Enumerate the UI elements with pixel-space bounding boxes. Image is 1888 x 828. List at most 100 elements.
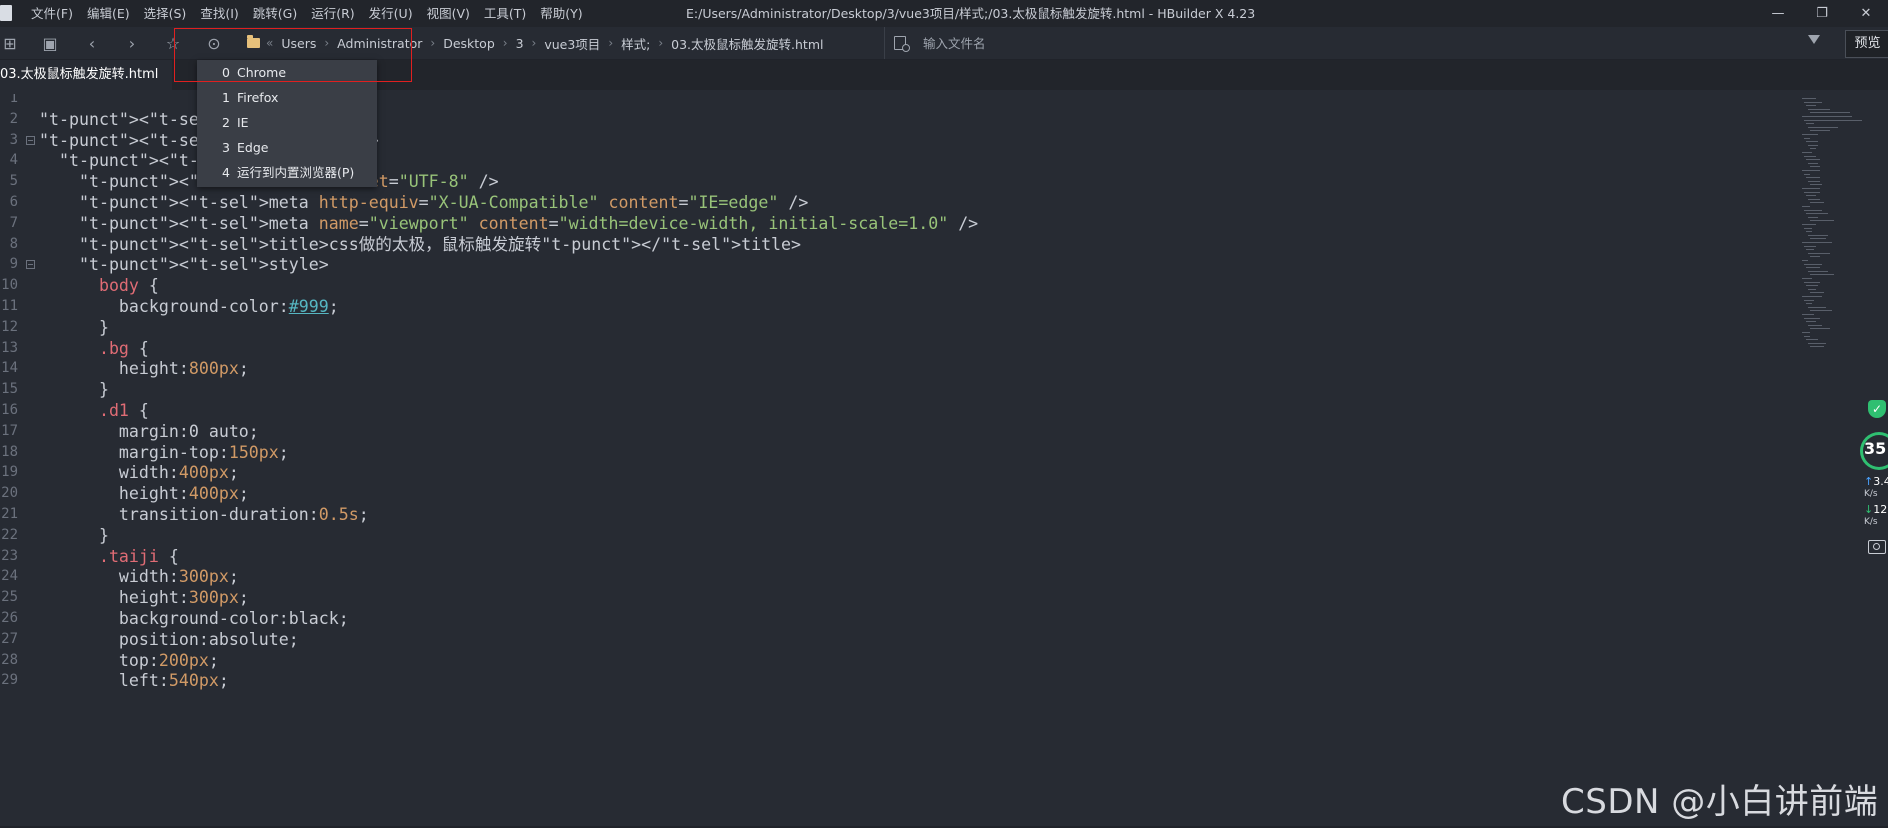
arrow-down-icon: ↓ xyxy=(1864,503,1874,516)
close-icon[interactable]: ✕ xyxy=(1844,0,1888,27)
tab-current-file[interactable]: 03.太极鼠标触发旋转.html xyxy=(0,60,173,90)
shortcut-key: 2 xyxy=(222,115,230,130)
minimap-line xyxy=(1804,119,1862,121)
minimap-line xyxy=(1810,328,1830,330)
menu-publish[interactable]: 发行(U) xyxy=(362,0,420,27)
minimap-line xyxy=(1806,321,1816,323)
minimap[interactable] xyxy=(1798,94,1888,374)
menu-run[interactable]: 运行(R) xyxy=(304,0,361,27)
minimap-line xyxy=(1808,162,1818,164)
minimap-line xyxy=(1804,227,1812,229)
preview-button[interactable]: 预览 xyxy=(1845,30,1888,58)
minimap-line xyxy=(1810,238,1826,240)
minimap-line xyxy=(1808,144,1818,146)
shield-check-icon[interactable]: ✓ xyxy=(1868,400,1886,418)
new-file-icon[interactable]: ⊞ xyxy=(0,33,20,53)
breadcrumb-item[interactable]: 03.太极鼠标触发旋转.html xyxy=(671,34,823,53)
minimap-line xyxy=(1810,274,1834,276)
code-line[interactable]: 29 left:540px; xyxy=(0,668,1796,693)
minimap-line xyxy=(1808,216,1818,218)
window-title: E:/Users/Administrator/Desktop/3/vue3项目/… xyxy=(686,6,1256,21)
menu-edit[interactable]: 编辑(E) xyxy=(80,0,137,27)
minimap-line xyxy=(1802,98,1816,99)
minimap-line xyxy=(1810,112,1850,114)
minimap-line xyxy=(1806,339,1818,341)
minimap-line xyxy=(1804,263,1822,265)
forward-arrow-icon[interactable]: › xyxy=(122,33,142,53)
camera-icon[interactable] xyxy=(1868,540,1886,554)
minimap-line xyxy=(1806,141,1818,143)
hbuilder-logo-icon xyxy=(0,5,12,21)
fold-toggle-icon[interactable] xyxy=(26,135,35,145)
minimap-line xyxy=(1806,303,1812,305)
download-unit: K/s xyxy=(1864,517,1878,527)
download-value: 12.3 xyxy=(1873,503,1888,516)
option-label: 运行到内置浏览器(P) xyxy=(237,165,355,180)
file-search-input[interactable] xyxy=(921,34,1425,52)
minimap-line xyxy=(1802,224,1816,225)
fold-toggle-icon[interactable] xyxy=(26,260,35,270)
upload-value: 3.4 xyxy=(1873,475,1888,488)
title-bar: 文件(F) 编辑(E) 选择(S) 查找(I) 跳转(G) 运行(R) 发行(U… xyxy=(0,0,1888,27)
menu-select[interactable]: 选择(S) xyxy=(137,0,194,27)
minimap-line xyxy=(1806,105,1816,107)
restore-icon[interactable]: ❐ xyxy=(1800,0,1844,27)
minimap-line xyxy=(1802,206,1810,207)
annotation-highlight-box xyxy=(174,28,412,82)
minimap-line xyxy=(1810,148,1816,150)
minimap-line xyxy=(1806,123,1814,125)
minimap-line xyxy=(1804,137,1810,139)
breadcrumb-item[interactable]: vue3项目 xyxy=(544,34,600,53)
menu-goto[interactable]: 跳转(G) xyxy=(246,0,304,27)
minimap-line xyxy=(1806,267,1820,269)
menu-file[interactable]: 文件(F) xyxy=(24,0,80,27)
menu-tools[interactable]: 工具(T) xyxy=(477,0,533,27)
minimap-line xyxy=(1808,270,1828,272)
arrow-up-icon: ↑ xyxy=(1864,475,1874,488)
minimap-line xyxy=(1810,292,1824,294)
upload-unit: K/s xyxy=(1864,489,1878,499)
run-option-ie[interactable]: 2 IE xyxy=(197,110,377,135)
minimap-line xyxy=(1802,278,1812,279)
chevron-right-icon: › xyxy=(430,36,436,50)
run-option-edge[interactable]: 3 Edge xyxy=(197,135,377,160)
line-number: 29 xyxy=(1,672,18,689)
minimap-line xyxy=(1806,177,1820,179)
minimap-line xyxy=(1810,166,1820,168)
minimap-line xyxy=(1802,188,1820,189)
minimap-line xyxy=(1806,159,1820,161)
minimap-line xyxy=(1806,195,1816,197)
option-label: Firefox xyxy=(237,90,279,105)
minimap-line xyxy=(1808,252,1830,254)
back-arrow-icon[interactable]: ‹ xyxy=(82,33,102,53)
code-editor[interactable]: 12"t-punct"><"t-sel">!DOCTYPE html>3"t-p… xyxy=(0,94,1796,828)
minimap-line xyxy=(1804,173,1810,175)
menu-help[interactable]: 帮助(Y) xyxy=(533,0,589,27)
minimap-line xyxy=(1808,324,1822,326)
save-icon[interactable]: ▣ xyxy=(40,33,60,53)
shortcut-key: 4 xyxy=(222,165,230,180)
breadcrumb-item[interactable]: 3 xyxy=(516,36,524,51)
chevron-right-icon: › xyxy=(658,36,664,50)
minimap-line xyxy=(1802,242,1832,243)
run-option-builtin-browser[interactable]: 4 运行到内置浏览器(P) xyxy=(197,160,377,185)
minimap-line xyxy=(1804,299,1814,301)
code-text: left:540px; xyxy=(39,671,229,691)
breadcrumb-item[interactable]: 样式; xyxy=(621,34,650,53)
minimap-line xyxy=(1806,231,1812,233)
speed-value: 35 xyxy=(1864,439,1887,458)
menu-find[interactable]: 查找(I) xyxy=(193,0,245,27)
run-option-firefox[interactable]: 1 Firefox xyxy=(197,85,377,110)
chevron-right-icon: › xyxy=(608,36,614,50)
minimap-line xyxy=(1804,155,1816,157)
filter-icon[interactable] xyxy=(1808,35,1820,44)
breadcrumb-item[interactable]: Desktop xyxy=(443,36,495,51)
menu-bar: 文件(F) 编辑(E) 选择(S) 查找(I) 跳转(G) 运行(R) 发行(U… xyxy=(24,0,590,27)
chevron-right-icon: › xyxy=(502,36,508,50)
minimize-icon[interactable]: — xyxy=(1756,0,1800,27)
minimap-line xyxy=(1802,134,1818,135)
file-search-bar xyxy=(884,27,1825,59)
menu-view[interactable]: 视图(V) xyxy=(420,0,477,27)
minimap-line xyxy=(1802,170,1820,171)
shortcut-key: 1 xyxy=(222,90,230,105)
